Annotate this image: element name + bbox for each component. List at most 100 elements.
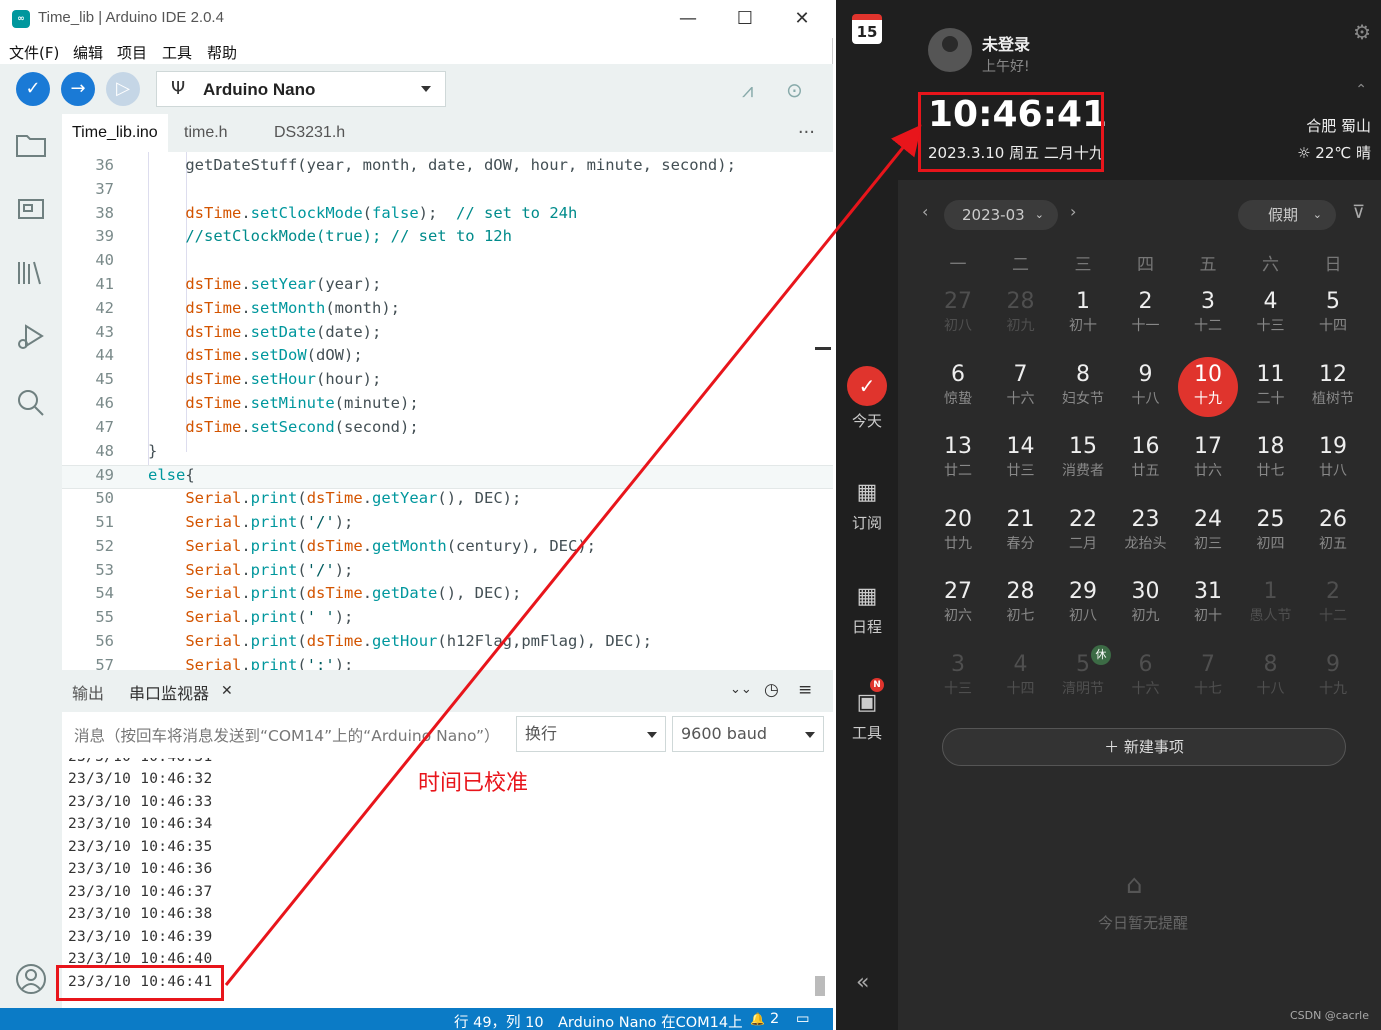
day-cell[interactable]: 7 十六	[991, 357, 1051, 419]
code-line[interactable]: 46 dsTime.setMinute(minute);	[62, 394, 833, 418]
board-selector[interactable]: Ψ Arduino Nano	[156, 71, 446, 107]
code-line[interactable]: 56 Serial.print(dsTime.getHour(h12Flag,p…	[62, 632, 833, 656]
day-cell[interactable]: 21 春分	[991, 502, 1051, 564]
weather-location[interactable]: 合肥 蜀山	[1306, 115, 1371, 136]
serial-plotter-icon[interactable]: ⩘	[742, 78, 753, 102]
nav-tools[interactable]: ▣ N 工具	[836, 678, 898, 743]
day-cell[interactable]: 9 十八	[1116, 357, 1176, 419]
day-cell[interactable]: 25 初四	[1241, 502, 1301, 564]
day-cell[interactable]: 17 廿六	[1178, 429, 1238, 491]
minimize-button[interactable]: —	[672, 6, 704, 32]
nav-today[interactable]: ✓ 今天	[836, 366, 898, 431]
code-line[interactable]: 37	[62, 180, 833, 204]
holiday-filter[interactable]: 假期 ⌄	[1238, 200, 1336, 230]
tab-output[interactable]: 输出	[72, 680, 104, 704]
tab-ds3231-h[interactable]: DS3231.h	[264, 114, 355, 152]
previous-month-icon[interactable]: ‹	[922, 202, 928, 221]
menu-help[interactable]: 帮助	[207, 42, 237, 63]
menu-sketch[interactable]: 项目	[117, 42, 147, 63]
day-cell[interactable]: 4 十四	[991, 647, 1051, 709]
day-cell[interactable]: 8 妇女节	[1053, 357, 1113, 419]
baud-rate-select[interactable]: 9600 baud	[672, 716, 824, 752]
debug-icon[interactable]	[14, 320, 48, 354]
nav-schedule[interactable]: ▦ 日程	[836, 580, 898, 637]
day-cell[interactable]: 6 十六	[1116, 647, 1176, 709]
day-cell[interactable]: 27 初六	[928, 574, 988, 636]
line-ending-select[interactable]: 换行	[516, 716, 666, 752]
day-cell[interactable]: 18 廿七	[1241, 429, 1301, 491]
serial-scrollbar[interactable]	[815, 976, 825, 996]
code-line[interactable]: 48}	[62, 442, 833, 466]
day-cell[interactable]: 29 初八	[1053, 574, 1113, 636]
weather-info[interactable]: ☼ 22℃ 晴	[1297, 142, 1371, 163]
day-cell[interactable]: 7 十七	[1178, 647, 1238, 709]
code-line[interactable]: 50 Serial.print(dsTime.getYear(), DEC);	[62, 489, 833, 513]
code-line[interactable]: 40	[62, 251, 833, 275]
notification-count[interactable]: 2	[770, 1011, 779, 1027]
day-cell[interactable]: 3 十三	[928, 647, 988, 709]
code-line[interactable]: 45 dsTime.setHour(hour);	[62, 370, 833, 394]
day-cell[interactable]: 2 十二	[1303, 574, 1363, 636]
code-line[interactable]: 43 dsTime.setDate(date);	[62, 323, 833, 347]
filter-icon[interactable]: ⊽	[1352, 202, 1365, 223]
folder-icon[interactable]	[14, 128, 48, 162]
serial-message-input[interactable]: 消息（按回车将消息发送到“COM14”上的“Arduino Nano”）	[74, 724, 500, 746]
day-cell[interactable]: 6 惊蛰	[928, 357, 988, 419]
day-cell[interactable]: 2 十一	[1116, 284, 1176, 346]
day-cell[interactable]: 9 十九	[1303, 647, 1363, 709]
code-line[interactable]: 53 Serial.print('/');	[62, 561, 833, 585]
collapse-sidebar-icon[interactable]: «	[856, 970, 869, 995]
day-cell-today[interactable]: 10 十九	[1178, 356, 1238, 419]
layout-icon[interactable]: ▭	[796, 1011, 810, 1027]
more-icon[interactable]: ···	[798, 122, 815, 143]
close-button[interactable]: ✕	[786, 6, 818, 32]
day-cell[interactable]: 4 十三	[1241, 284, 1301, 346]
avatar[interactable]	[928, 28, 972, 72]
code-line[interactable]: 47 dsTime.setSecond(second);	[62, 418, 833, 442]
day-cell[interactable]: 28 初七	[991, 574, 1051, 636]
notification-icon[interactable]: 🔔	[750, 1012, 765, 1026]
chevron-up-icon[interactable]: ⌃	[1355, 82, 1367, 98]
code-line[interactable]: 55 Serial.print(' ');	[62, 608, 833, 632]
month-picker[interactable]: 2023-03 ⌄	[944, 200, 1058, 230]
code-line[interactable]: 54 Serial.print(dsTime.getDate(), DEC);	[62, 584, 833, 608]
code-line[interactable]: 52 Serial.print(dsTime.getMonth(century)…	[62, 537, 833, 561]
day-cell[interactable]: 19 廿八	[1303, 429, 1363, 491]
code-line[interactable]: 38 dsTime.setClockMode(false); // set to…	[62, 204, 833, 228]
new-event-button[interactable]: ＋ 新建事项	[942, 728, 1346, 766]
timestamp-icon[interactable]: ◷	[764, 680, 779, 700]
day-cell[interactable]: 27 初八	[928, 284, 988, 346]
code-line[interactable]: 36 getDateStuff(year, month, date, dOW, …	[62, 156, 833, 180]
settings-icon[interactable]: ⚙	[1353, 20, 1371, 44]
upload-button[interactable]: →	[61, 72, 95, 106]
user-name[interactable]: 未登录	[982, 31, 1030, 55]
nav-subscribe[interactable]: ▦ 订阅	[836, 476, 898, 533]
day-cell[interactable]: 1 愚人节	[1241, 574, 1301, 636]
day-cell[interactable]: 5 清明节休	[1053, 644, 1113, 709]
search-icon[interactable]	[14, 386, 48, 420]
tab-time-lib-ino[interactable]: Time_lib.ino	[62, 114, 168, 152]
day-cell[interactable]: 20 廿九	[928, 502, 988, 564]
code-line[interactable]: 41 dsTime.setYear(year);	[62, 275, 833, 299]
clear-output-icon[interactable]: ≡	[798, 680, 812, 700]
code-line[interactable]: 44 dsTime.setDoW(dOW);	[62, 346, 833, 370]
close-icon[interactable]: ✕	[221, 683, 233, 699]
day-cell[interactable]: 31 初十	[1178, 574, 1238, 636]
library-icon[interactable]	[14, 256, 48, 290]
code-line[interactable]: 57 Serial.print(':');	[62, 656, 833, 670]
day-cell[interactable]: 5 十四	[1303, 284, 1363, 346]
code-line[interactable]: 51 Serial.print('/');	[62, 513, 833, 537]
tab-time-h[interactable]: time.h	[174, 114, 238, 152]
code-line[interactable]: 49 else{	[62, 465, 833, 490]
verify-button[interactable]: ✓	[16, 72, 50, 106]
code-line[interactable]: 42 dsTime.setMonth(month);	[62, 299, 833, 323]
tab-serial-monitor[interactable]: 串口监视器	[129, 680, 209, 704]
day-cell[interactable]: 8 十八	[1241, 647, 1301, 709]
day-cell[interactable]: 22 二月	[1053, 502, 1113, 564]
day-cell[interactable]: 26 初五	[1303, 502, 1363, 564]
day-cell[interactable]: 13 廿二	[928, 429, 988, 491]
day-cell[interactable]: 15 消费者	[1053, 429, 1113, 491]
code-line[interactable]: 39 //setClockMode(true); // set to 12h	[62, 227, 833, 251]
day-cell[interactable]: 16 廿五	[1116, 429, 1176, 491]
day-cell[interactable]: 23 龙抬头	[1116, 502, 1176, 564]
